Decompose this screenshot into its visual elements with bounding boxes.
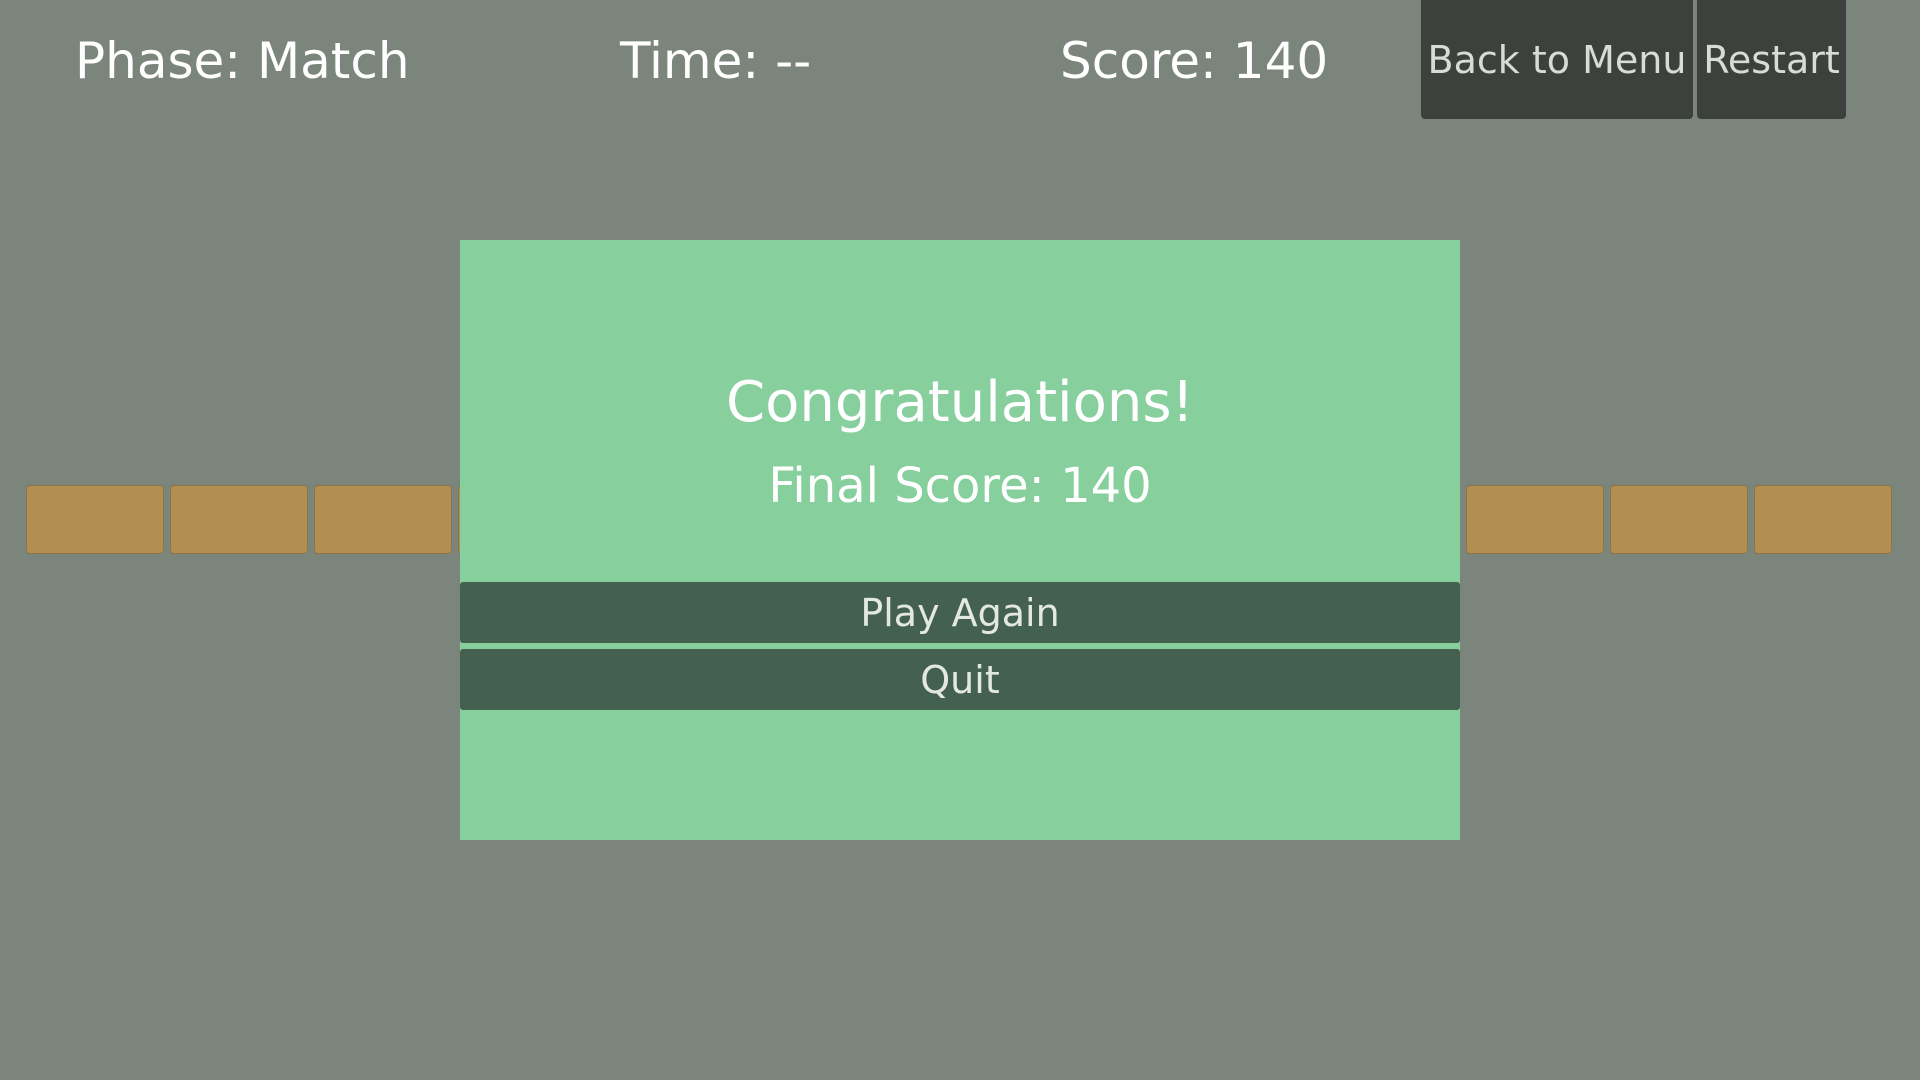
back-to-menu-button[interactable]: Back to Menu	[1421, 0, 1693, 119]
game-tile[interactable]	[1754, 485, 1892, 554]
score-label: Score: 140	[1060, 32, 1329, 90]
phase-label: Phase: Match	[75, 32, 410, 90]
game-tile[interactable]	[26, 485, 164, 554]
quit-button[interactable]: Quit	[460, 649, 1460, 710]
game-tile[interactable]	[314, 485, 452, 554]
game-over-dialog: Congratulations! Final Score: 140 Play A…	[460, 240, 1460, 840]
game-tile[interactable]	[170, 485, 308, 554]
final-score-label: Final Score: 140	[768, 458, 1152, 514]
time-label: Time: --	[620, 32, 812, 90]
play-again-button[interactable]: Play Again	[460, 582, 1460, 643]
game-tile[interactable]	[1466, 485, 1604, 554]
game-tile[interactable]	[1610, 485, 1748, 554]
restart-button[interactable]: Restart	[1697, 0, 1846, 119]
game-screen: Phase: Match Time: -- Score: 140 Back to…	[0, 0, 1920, 1080]
congratulations-title: Congratulations!	[726, 370, 1194, 435]
